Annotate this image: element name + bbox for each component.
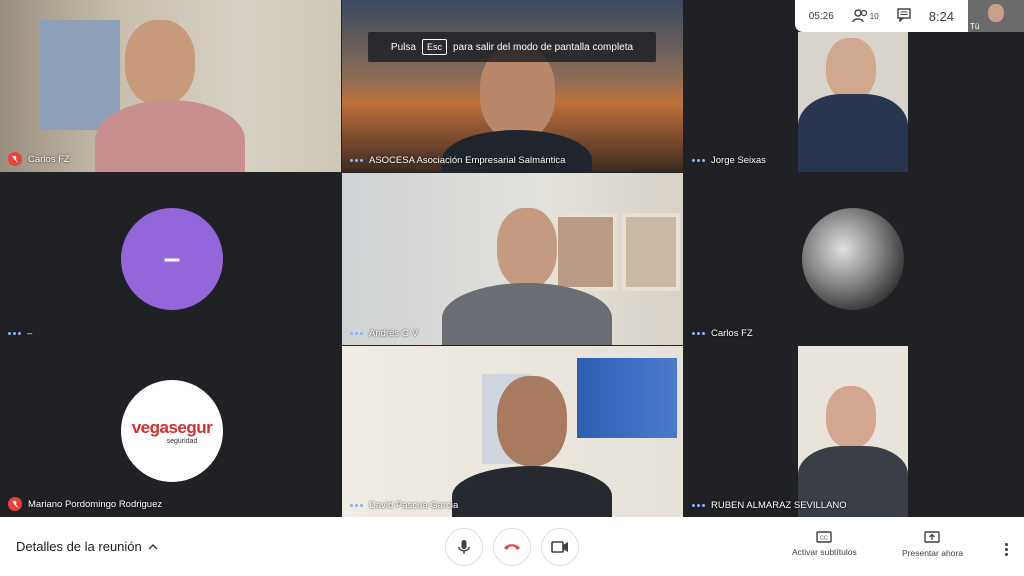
meeting-details-button[interactable]: Detalles de la reunión <box>16 539 158 554</box>
participant-tile[interactable]: RUBEN ALMARAZ SEVILLANO <box>684 346 1024 517</box>
speaking-indicator-icon <box>350 504 363 507</box>
participant-name: Andrés G V <box>369 328 419 339</box>
participant-tile[interactable]: Carlos FZ <box>0 0 341 172</box>
participant-video <box>442 203 612 345</box>
participant-tile[interactable]: Carlos FZ <box>684 173 1024 345</box>
participant-tile[interactable]: – – <box>0 173 341 345</box>
video-grid: Carlos FZ ASOCESA Asociación Empresarial… <box>0 0 1024 517</box>
participant-tile[interactable]: David Pascua Garcia <box>342 346 683 517</box>
avatar-letter: – <box>163 242 181 275</box>
participant-name: Carlos FZ <box>711 328 753 339</box>
captions-label: Activar subtítulos <box>792 547 857 557</box>
people-icon <box>852 9 867 23</box>
clock: 8:24 <box>928 8 954 24</box>
participant-name: David Pascua Garcia <box>369 500 459 511</box>
banner-prefix: Pulsa <box>390 41 416 53</box>
wall-frame <box>622 213 680 291</box>
participant-video <box>798 346 908 517</box>
participant-label: Carlos FZ <box>692 328 753 339</box>
captions-icon: CC <box>816 531 833 543</box>
participant-name: RUBEN ALMARAZ SEVILLANO <box>711 500 847 511</box>
more-options-icon[interactable] <box>1005 541 1008 558</box>
mic-off-icon <box>8 152 22 166</box>
participant-label: – <box>8 328 32 339</box>
participant-avatar: – <box>121 208 223 310</box>
camera-icon <box>551 541 568 553</box>
participant-tile[interactable]: Andrés G V <box>342 173 683 345</box>
participant-avatar <box>802 208 904 310</box>
captions-button[interactable]: CC Activar subtítulos <box>792 531 857 557</box>
microphone-button[interactable] <box>445 528 483 566</box>
banner-suffix: para salir del modo de pantalla completa <box>452 41 634 53</box>
speaking-indicator-icon <box>692 159 705 162</box>
participant-tile[interactable]: ASOCESA Asociación Empresarial Salmántic… <box>342 0 683 172</box>
chat-button[interactable] <box>896 7 911 25</box>
participant-avatar: vegasegur seguridad <box>121 380 223 482</box>
participant-name: Carlos FZ <box>28 153 70 165</box>
participant-video <box>452 376 612 517</box>
participant-label: Andrés G V <box>350 328 418 339</box>
mic-off-icon <box>8 497 22 511</box>
speaking-indicator-icon <box>8 332 21 335</box>
participant-tile[interactable]: vegasegur seguridad Mariano Pordomingo R… <box>0 346 341 517</box>
leave-call-button[interactable] <box>493 528 531 566</box>
participant-video <box>95 20 245 172</box>
chat-icon <box>896 7 911 23</box>
self-view-thumbnail[interactable]: Tú <box>968 0 1024 32</box>
camera-button[interactable] <box>541 528 579 566</box>
present-label: Presentar ahora <box>902 548 963 558</box>
meeting-duration: 05:26 <box>808 10 834 22</box>
company-logo: vegasegur <box>131 417 213 437</box>
present-now-button[interactable]: Presentar ahora <box>902 531 963 558</box>
participant-name: Jorge Seixas <box>711 155 766 166</box>
esc-key: Esc <box>421 39 447 55</box>
present-icon <box>924 531 941 543</box>
speaking-indicator-icon <box>692 504 705 507</box>
participant-label: David Pascua Garcia <box>350 500 458 511</box>
svg-text:CC: CC <box>820 536 828 542</box>
hang-up-icon <box>504 544 520 550</box>
chevron-up-icon <box>148 543 158 550</box>
meeting-info-bar: 05:26 10 8:24 <box>794 0 968 32</box>
participant-label: RUBEN ALMARAZ SEVILLANO <box>692 500 847 511</box>
fullscreen-exit-banner: Pulsa Esc para salir del modo de pantall… <box>368 32 656 62</box>
participant-name: Mariano Pordomingo Rodriguez <box>28 498 163 510</box>
participants-button[interactable]: 10 <box>852 9 879 23</box>
participant-video <box>798 32 908 172</box>
participants-count: 10 <box>869 11 879 21</box>
participant-name: ASOCESA Asociación Empresarial Salmántic… <box>369 155 566 166</box>
meeting-details-label: Detalles de la reunión <box>16 539 142 554</box>
controls-bar: Detalles de la reunión CC Activar subtít… <box>0 517 1024 576</box>
participant-label: Jorge Seixas <box>692 155 766 166</box>
company-logo-sub: seguridad <box>166 437 198 445</box>
speaking-indicator-icon <box>692 332 705 335</box>
participant-label: Carlos FZ <box>8 152 70 166</box>
participant-label: ASOCESA Asociación Empresarial Salmántic… <box>350 155 565 166</box>
participant-label: Mariano Pordomingo Rodriguez <box>8 497 162 511</box>
microphone-icon <box>458 540 470 554</box>
self-label: Tú <box>970 22 980 31</box>
speaking-indicator-icon <box>350 159 363 162</box>
speaking-indicator-icon <box>350 332 363 335</box>
participant-name: – <box>27 328 33 339</box>
